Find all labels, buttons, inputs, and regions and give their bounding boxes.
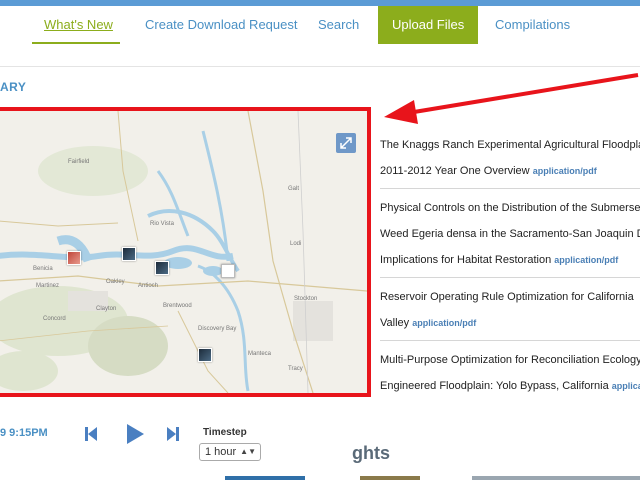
annotation-arrow [384,73,639,124]
highlight-thumbnail[interactable] [225,476,305,480]
map-city-label: Discovery Bay [198,326,237,332]
tab-whats-new[interactable]: What's New [44,6,113,44]
active-tab-underline [32,42,120,44]
current-time-label: 9 9:15PM [0,427,48,439]
map-city-label: Benicia [33,266,53,272]
main-nav: What's New Create Download Request Searc… [0,6,640,44]
skip-back-icon[interactable] [84,426,98,442]
map-city-label: Rio Vista [150,221,174,227]
map-city-label: Concord [43,316,66,322]
map-city-label: Oakley [106,279,125,285]
map-city-label: Tracy [288,366,303,372]
map-city-label: Fairfield [68,159,90,165]
publication-title-line[interactable]: Weed Egeria densa in the Sacramento-San … [380,221,640,247]
play-icon[interactable] [125,423,145,445]
map-marker-dark[interactable] [155,261,169,275]
map-expand-button[interactable] [336,133,356,153]
map-city-label: Brentwood [163,303,192,309]
list-item[interactable]: Multi-Purpose Optimization for Reconcili… [380,341,640,403]
highlight-thumbnail[interactable] [472,476,640,480]
publication-title-line[interactable]: Multi-Purpose Optimization for Reconcili… [380,347,640,373]
publication-title-line[interactable]: 2011-2012 Year One Overview [380,165,530,177]
timestep-select[interactable]: 1 hour ▲▼ [199,443,261,461]
map-city-label: Martinez [36,283,60,289]
tab-search[interactable]: Search [318,6,359,44]
skip-forward-icon[interactable] [166,426,180,442]
tab-create-download-request[interactable]: Create Download Request [145,6,297,44]
map-city-label: Stockton [294,296,318,302]
list-item[interactable]: The Knaggs Ranch Experimental Agricultur… [380,126,640,189]
map-city-label: Galt [288,186,300,192]
map-marker-dark[interactable] [122,247,136,261]
map-marker-red[interactable] [67,251,81,265]
timestep-value: 1 hour [205,446,237,458]
file-type-badge: application/pdf [554,255,619,265]
publication-title-line[interactable]: The Knaggs Ranch Experimental Agricultur… [380,132,640,158]
map-city-label: Clayton [96,306,117,312]
select-caret-icon: ▲▼ [240,447,256,456]
map-marker-dark[interactable] [198,348,212,362]
map-marker-document[interactable] [221,264,235,278]
map-city-label: Antioch [138,283,159,289]
tab-compilations[interactable]: Compilations [495,6,570,44]
list-item[interactable]: Reservoir Operating Rule Optimization fo… [380,278,640,341]
publication-title-line[interactable]: Reservoir Operating Rule Optimization fo… [380,284,640,310]
map-city-label: Lodi [290,241,302,247]
publication-title-line[interactable]: Engineered Floodplain: Yolo Bypass, Cali… [380,380,609,392]
publication-title-line[interactable]: Physical Controls on the Distribution of… [380,195,640,221]
publications-list: The Knaggs Ranch Experimental Agricultur… [380,126,640,403]
section-heading: ARY [0,80,27,94]
highlight-thumbnail[interactable] [360,476,420,480]
file-type-badge: application/pdf [611,381,640,391]
timestep-label: Timestep [203,427,247,438]
list-item[interactable]: Physical Controls on the Distribution of… [380,189,640,278]
map-canvas[interactable] [0,111,367,393]
publication-title-line[interactable]: Valley [380,317,409,329]
expand-icon [340,137,352,149]
file-type-badge: application/pdf [412,318,477,328]
highlights-heading: ghts [352,443,390,463]
upload-files-button[interactable]: Upload Files [378,6,479,44]
file-type-badge: application/pdf [532,166,597,176]
publication-title-line[interactable]: Implications for Habitat Restoration [380,254,551,266]
map-city-label: Manteca [248,351,272,357]
map-panel[interactable]: Fairfield Rio Vista Benicia Martinez Ant… [0,107,371,397]
